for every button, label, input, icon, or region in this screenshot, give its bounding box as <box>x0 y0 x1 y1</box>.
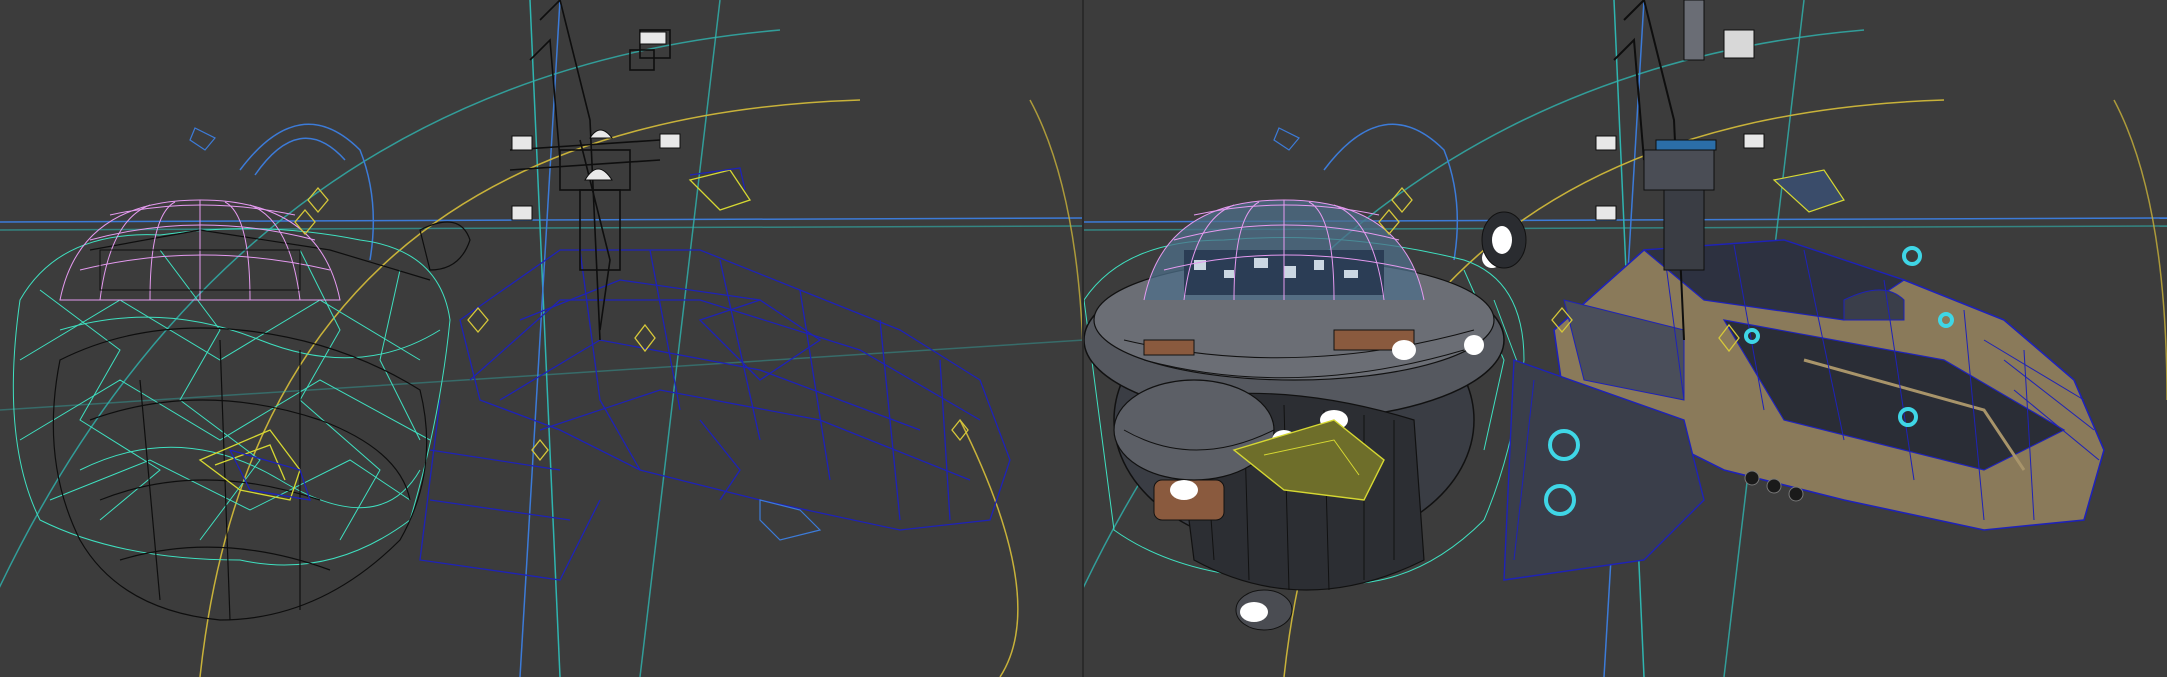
viewport-shaded[interactable] <box>1084 0 2167 677</box>
wireframe-render <box>0 0 1084 677</box>
viewport-wireframe[interactable] <box>0 0 1084 677</box>
shaded-render <box>1084 0 2167 677</box>
dual-viewport-stage <box>0 0 2167 677</box>
